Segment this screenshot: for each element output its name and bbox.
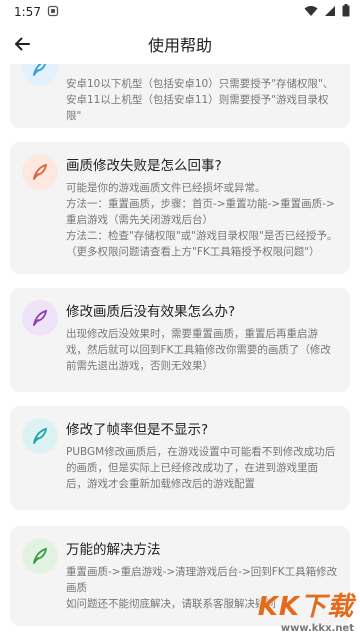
feather-icon bbox=[22, 418, 58, 454]
card-title: 修改了帧率但是不显示? bbox=[66, 422, 209, 438]
help-card-permissions: 安卓10以下机型（包括安卓10）只需要授予"存储权限"、安卓11以上机型（包括安… bbox=[10, 64, 350, 128]
card-title: 万能的解决方法 bbox=[66, 542, 161, 558]
card-body: PUBGM修改画质后，在游戏设置中可能看不到修改成功后的画质，但是实际上已经修改… bbox=[66, 446, 336, 490]
wifi-icon bbox=[304, 5, 318, 20]
card-title bbox=[66, 64, 338, 72]
card-body: 可能是你的游戏画质文件已经损坏或异常。 方法一：重置画质，步骤：首页->重置功能… bbox=[66, 182, 338, 258]
feather-icon bbox=[22, 538, 58, 574]
card-body: 出现修改后没效果时，需要重置画质，重置后再重启游戏，然后就可以回到FK工具箱修改… bbox=[66, 328, 331, 372]
battery-icon bbox=[342, 4, 350, 20]
help-card-fps-hidden: 修改了帧率但是不显示? PUBGM修改画质后，在游戏设置中可能看不到修改成功后的… bbox=[10, 406, 350, 510]
card-body: 安卓10以下机型（包括安卓10）只需要授予"存储权限"、安卓11以上机型（包括安… bbox=[66, 78, 334, 122]
watermark-url: www.kkx.net bbox=[280, 623, 354, 634]
help-card-quality-failed: 画质修改失败是怎么回事? 可能是你的游戏画质文件已经损坏或异常。 方法一：重置画… bbox=[10, 142, 350, 274]
signal-icon bbox=[324, 5, 336, 20]
status-time: 1:57 bbox=[14, 5, 41, 19]
back-button[interactable] bbox=[8, 30, 36, 58]
card-title: 修改画质后没有效果怎么办? bbox=[66, 304, 236, 320]
feather-icon bbox=[22, 300, 58, 336]
feather-icon bbox=[22, 64, 58, 86]
help-card-no-effect: 修改画质后没有效果怎么办? 出现修改后没效果时，需要重置画质，重置后再重启游戏，… bbox=[10, 288, 350, 392]
arrow-left-icon bbox=[15, 37, 30, 51]
app-bar: 使用帮助 bbox=[0, 24, 360, 64]
status-bar: 1:57 bbox=[0, 0, 360, 24]
watermark-logo: KK下载 bbox=[257, 592, 354, 622]
feather-icon bbox=[22, 154, 58, 190]
watermark: KK下载 www.kkx.net bbox=[258, 586, 354, 634]
help-list[interactable]: 安卓10以下机型（包括安卓10）只需要授予"存储权限"、安卓11以上机型（包括安… bbox=[0, 64, 360, 640]
card-title: 画质修改失败是怎么回事? bbox=[66, 158, 222, 174]
notification-icon bbox=[47, 5, 59, 20]
page-title: 使用帮助 bbox=[147, 36, 212, 55]
